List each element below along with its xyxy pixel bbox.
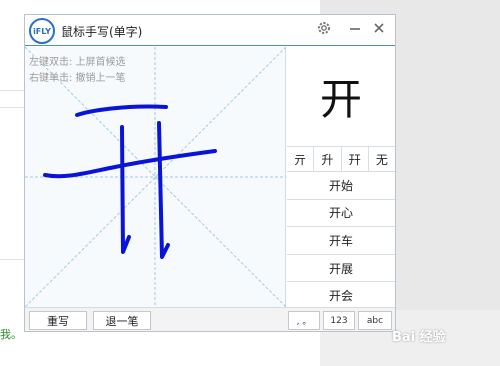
stroke-4 — [157, 121, 170, 259]
punctuation-button[interactable]: , 。 — [288, 311, 320, 330]
bottom-toolbar: 重写 退一笔 , 。 123 abc — [25, 307, 395, 331]
handwriting-canvas[interactable]: 左键双击: 上屏首候选 右键单击: 撤销上一笔 — [25, 47, 286, 307]
alphabet-button[interactable]: abc — [358, 311, 392, 330]
background-panel-left: 我。 — [0, 0, 24, 366]
divider — [0, 259, 24, 260]
candidate-word[interactable]: 开始 — [287, 172, 395, 200]
window-title: 鼠标手写(单字) — [61, 25, 143, 39]
candidate-character[interactable]: 升 — [313, 147, 341, 171]
recognized-character-preview[interactable]: 开 — [287, 47, 395, 146]
stroke-3 — [120, 125, 131, 254]
background-text: 我。 — [0, 328, 22, 341]
candidate-character[interactable]: 幵 — [340, 147, 368, 171]
candidate-word[interactable]: 开心 — [287, 199, 395, 228]
minimize-icon-glyph — [350, 28, 360, 30]
candidate-word-list: 开始 开心 开车 开展 开会 — [287, 172, 395, 310]
divider — [0, 107, 24, 108]
candidate-word[interactable]: 开车 — [287, 227, 395, 255]
candidate-character[interactable]: 无 — [367, 147, 395, 171]
hint-double-click: 左键双击: 上屏首候选 — [29, 57, 126, 68]
gear-icon[interactable] — [314, 20, 334, 40]
watermark: Bai 经验 — [392, 330, 446, 345]
minimize-icon[interactable] — [345, 20, 365, 40]
candidate-word[interactable]: 开展 — [287, 254, 395, 283]
title-bar[interactable]: iFLY 鼠标手写(单字) — [25, 15, 395, 46]
close-icon[interactable] — [369, 20, 389, 40]
handwriting-window: iFLY 鼠标手写(单字) 左键双击: 上屏首候选 右键单击: 撤销上一笔 开 … — [24, 14, 396, 332]
divider — [0, 90, 24, 91]
gear-icon-glyph — [318, 22, 330, 34]
hint-right-click: 右键单击: 撤销上一笔 — [29, 73, 126, 84]
undo-stroke-button[interactable]: 退一笔 — [93, 311, 151, 330]
candidate-characters: 亓 升 幵 无 — [287, 146, 395, 172]
stroke-1 — [75, 104, 168, 117]
number-button[interactable]: 123 — [323, 311, 355, 330]
ifly-logo-icon: iFLY — [29, 18, 55, 44]
stroke-2 — [43, 149, 217, 179]
candidate-word[interactable]: 开会 — [287, 282, 395, 310]
ink-strokes — [43, 104, 217, 259]
candidate-character[interactable]: 亓 — [287, 147, 314, 171]
rewrite-button[interactable]: 重写 — [29, 311, 87, 330]
close-icon-glyph — [374, 23, 384, 33]
handwriting-svg — [25, 47, 286, 307]
